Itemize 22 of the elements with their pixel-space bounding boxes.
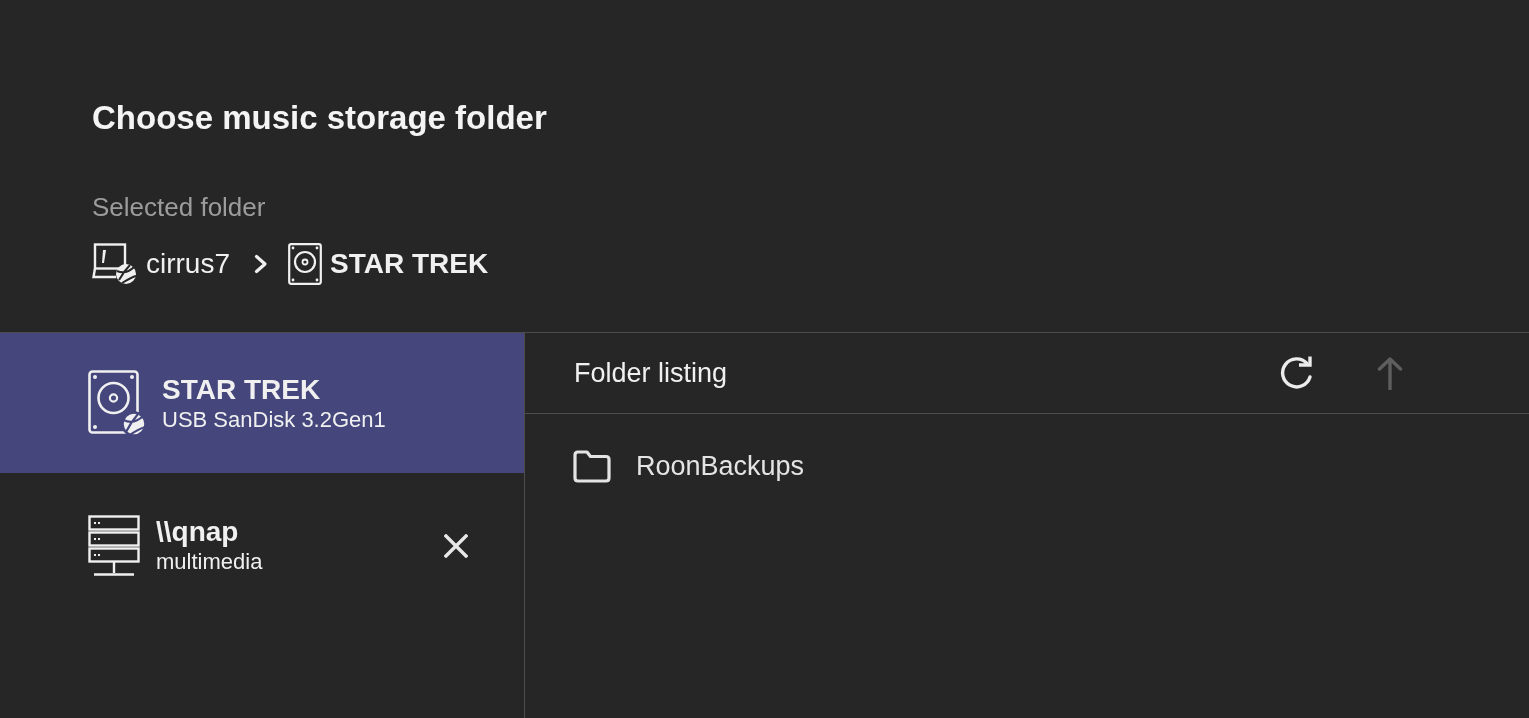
location-name: STAR TREK xyxy=(162,372,321,406)
folder-name: RoonBackups xyxy=(636,450,805,482)
location-item[interactable]: STAR TREK USB SanDisk 3.2Gen1 xyxy=(0,333,524,473)
folder-icon xyxy=(572,449,612,483)
breadcrumb-item[interactable]: cirrus7 xyxy=(146,247,230,281)
location-detail: USB SanDisk 3.2Gen1 xyxy=(162,405,386,434)
arrow-up-icon xyxy=(1377,356,1403,390)
hard-drive-network-icon xyxy=(88,370,146,436)
folder-item[interactable]: RoonBackups xyxy=(525,436,1529,496)
panel-title: Folder listing xyxy=(574,357,729,389)
dialog-title: Choose music storage folder xyxy=(92,98,548,138)
close-icon xyxy=(444,533,468,558)
location-name: \\qnap xyxy=(156,515,239,548)
location-item[interactable]: \\qnap multimedia xyxy=(0,473,524,618)
server-icon xyxy=(88,514,140,577)
location-detail: multimedia xyxy=(156,548,263,576)
selected-folder-label: Selected folder xyxy=(92,192,267,222)
hard-drive-icon xyxy=(288,243,322,285)
computer-network-icon xyxy=(92,243,138,285)
remove-button[interactable] xyxy=(444,533,468,558)
chevron-right-icon xyxy=(254,254,268,274)
breadcrumb-item[interactable]: STAR TREK xyxy=(330,247,489,281)
